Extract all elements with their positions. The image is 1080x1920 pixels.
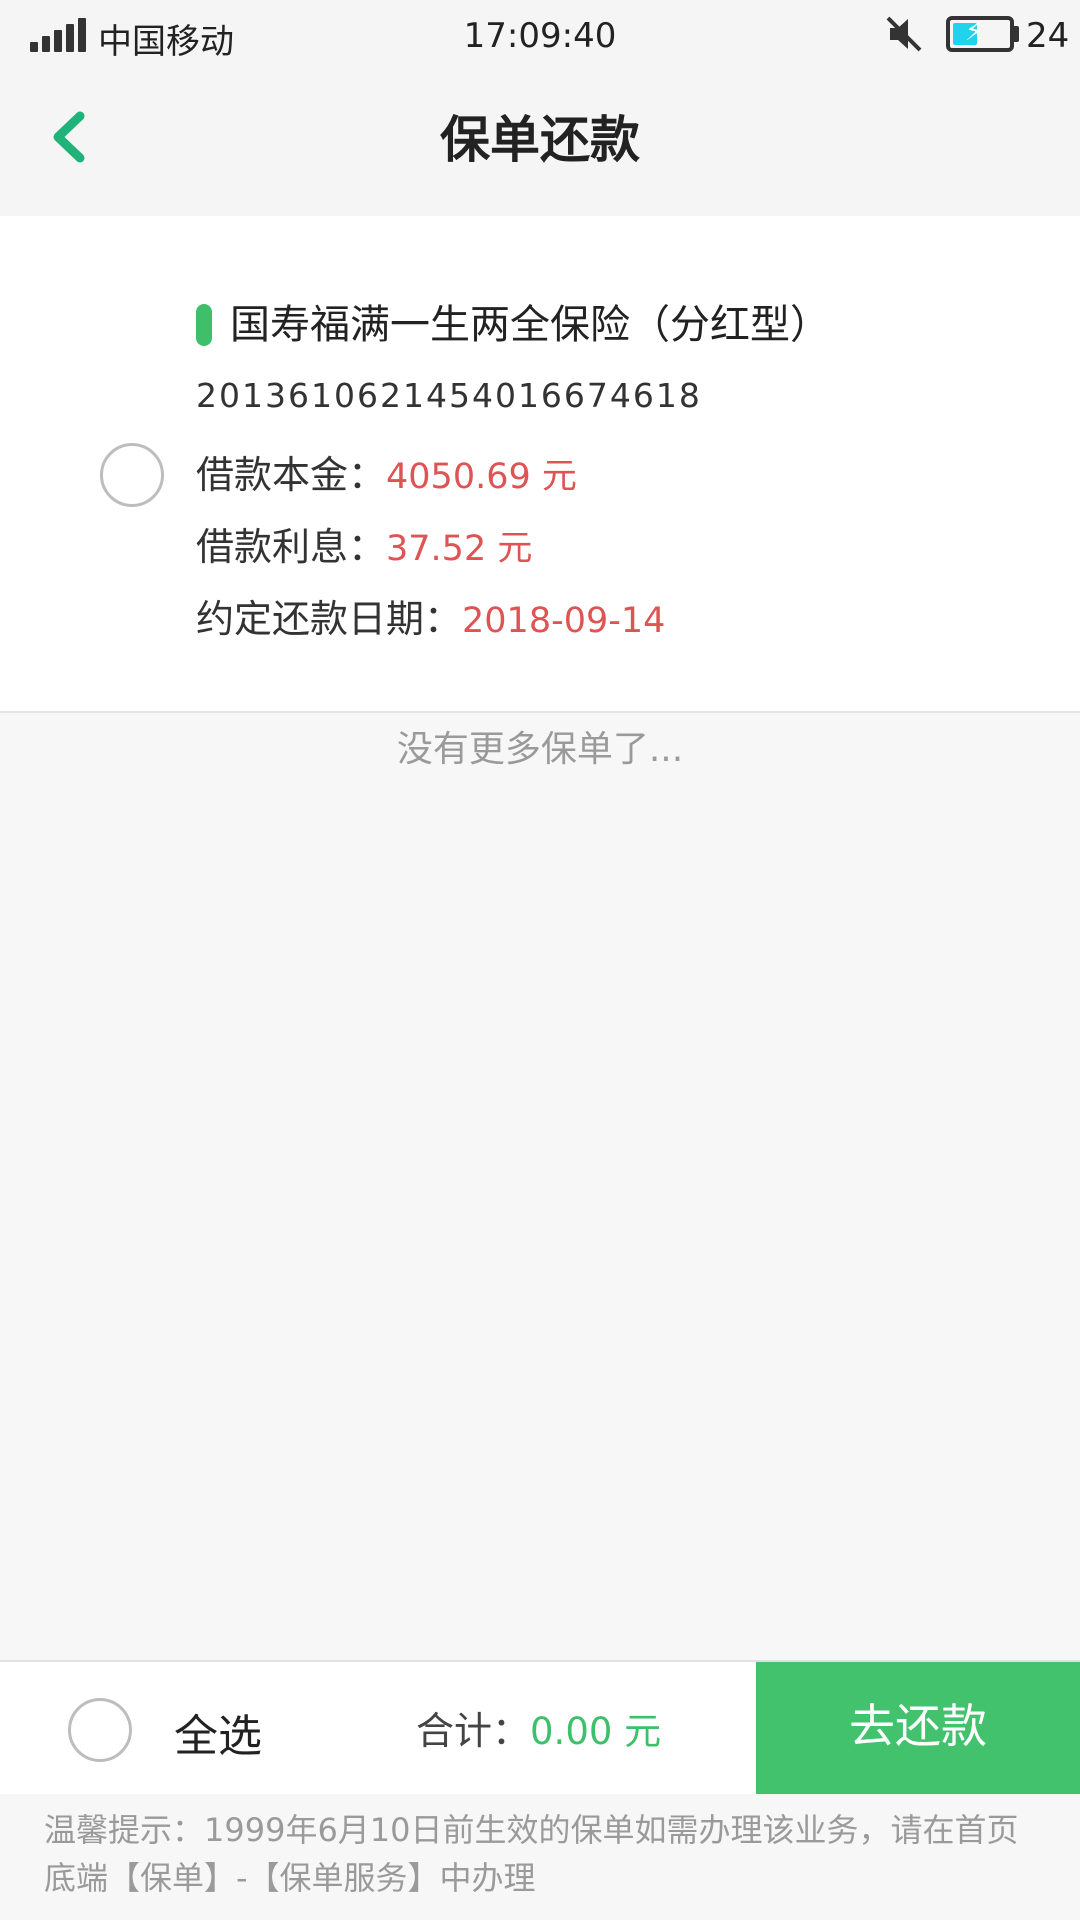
- policy-card[interactable]: 国寿福满一生两全保险（分红型） 2013610621454016674618 借…: [0, 216, 1080, 713]
- battery-tip: [1013, 26, 1019, 42]
- list-end-text: 没有更多保单了...: [396, 729, 684, 770]
- due-date-value: 2018-09-14: [462, 601, 666, 641]
- total-label: 合计：: [416, 1709, 531, 1753]
- policy-select-checkbox[interactable]: [100, 443, 164, 507]
- principal-label: 借款本金：: [196, 453, 387, 497]
- interest-label: 借款利息：: [196, 525, 387, 569]
- charging-bolt-icon: ⚡: [965, 17, 984, 47]
- select-all-label[interactable]: 全选: [174, 1700, 262, 1764]
- footer-tip: 温馨提示：1999年6月10日前生效的保单如需办理该业务，请在首页底端【保单】-…: [44, 1811, 1019, 1897]
- policy-marker: [196, 304, 212, 346]
- principal-row: 借款本金：4050.69 元: [196, 444, 577, 499]
- bottom-bar: 全选 合计：0.00 元 去还款: [0, 1660, 1080, 1794]
- repay-button[interactable]: 去还款: [756, 1662, 1080, 1794]
- policy-number: 2013610621454016674618: [196, 376, 702, 415]
- page-title: 保单还款: [440, 111, 640, 169]
- status-bar: 中国移动 17:09:40 ⚡ 24: [0, 0, 1080, 72]
- policy-name: 国寿福满一生两全保险（分红型）: [230, 302, 830, 348]
- due-date-row: 约定还款日期：2018-09-14: [196, 588, 665, 643]
- total-value: 0.00 元: [530, 1710, 662, 1753]
- header: 保单还款: [0, 72, 1080, 216]
- total-summary: 合计：0.00 元: [416, 1700, 661, 1755]
- interest-row: 借款利息：37.52 元: [196, 516, 532, 571]
- interest-value: 37.52 元: [386, 529, 533, 569]
- principal-value: 4050.69 元: [386, 457, 577, 497]
- due-date-label: 约定还款日期：: [196, 597, 463, 641]
- select-all-checkbox[interactable]: [68, 1698, 132, 1762]
- battery-level: 24: [1026, 16, 1070, 56]
- mute-icon: [886, 16, 922, 52]
